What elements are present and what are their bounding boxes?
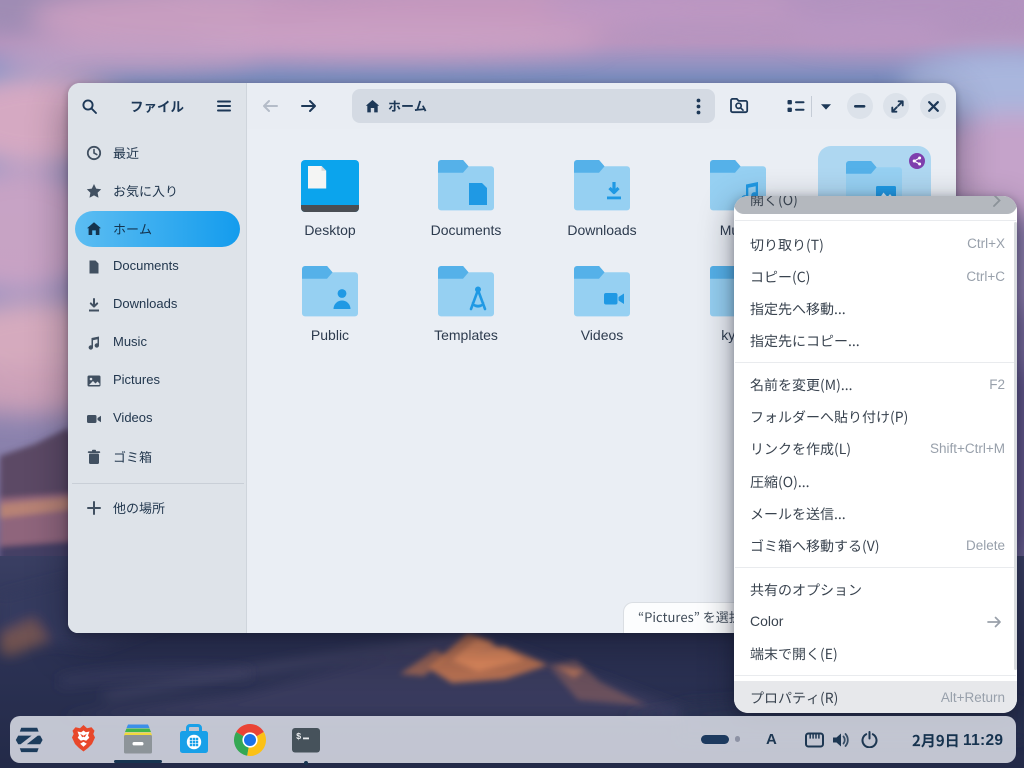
svg-text:$: $ <box>296 732 302 742</box>
